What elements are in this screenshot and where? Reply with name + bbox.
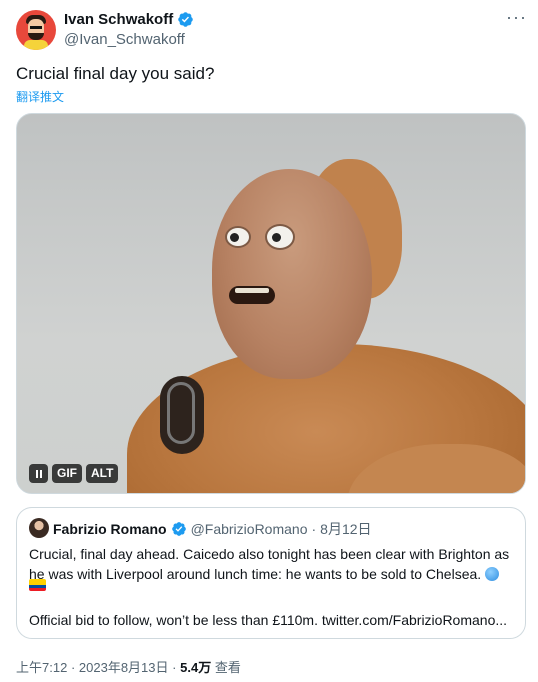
avatar-glasses: [30, 26, 42, 30]
puppet-head: [212, 169, 372, 379]
author-avatar[interactable]: [16, 10, 56, 50]
quoted-tweet-header: Fabrizio Romano @FabrizioRomano · 8月12日: [53, 519, 372, 539]
globe-emoji-icon: [485, 567, 500, 581]
author-name-line: Ivan Schwakoff: [64, 11, 194, 28]
quoted-tweet[interactable]: Fabrizio Romano @FabrizioRomano · 8月12日 …: [16, 507, 526, 639]
meta-separator: ·: [172, 660, 177, 675]
quoted-author-avatar[interactable]: [29, 518, 49, 538]
tweet-meta: 上午7:12 · 2023年8月13日 · 5.4万 查看: [16, 657, 241, 676]
views-count: 5.4万: [180, 660, 212, 675]
avatar-shirt: [24, 40, 48, 50]
puppet-left-eye: [225, 226, 251, 248]
quoted-text-body: Crucial, final day ahead. Caicedo also t…: [29, 546, 510, 582]
tweet-text: Crucial final day you said?: [16, 64, 215, 83]
more-dots-icon[interactable]: ···: [506, 8, 526, 30]
paperclip-icon: [167, 382, 195, 444]
gif-controls: GIF ALT: [29, 464, 119, 483]
tweet-date[interactable]: 2023年8月13日: [79, 660, 169, 675]
tweet-time[interactable]: 上午7:12: [16, 660, 67, 675]
gif-media[interactable]: GIF ALT: [16, 113, 526, 494]
views-label: 查看: [214, 660, 241, 675]
quoted-separator: ·: [311, 521, 317, 537]
meta-separator: ·: [70, 660, 76, 675]
verified-badge-icon: [171, 522, 186, 536]
pause-icon[interactable]: [29, 464, 48, 483]
quoted-tweet-text-2: Official bid to follow, won’t be less th…: [29, 612, 508, 628]
quoted-author-name[interactable]: Fabrizio Romano: [53, 521, 167, 537]
alt-button[interactable]: ALT: [86, 464, 119, 483]
translate-link[interactable]: 翻译推文: [16, 88, 64, 105]
tweet-header: Ivan Schwakoff @Ivan_Schwakoff ···: [16, 8, 526, 50]
verified-badge-icon: [178, 12, 193, 27]
quoted-author-handle[interactable]: @FabrizioRomano: [191, 521, 308, 537]
avatar-beard: [28, 33, 44, 40]
puppet-right-eye: [265, 224, 295, 250]
puppet-teeth: [235, 288, 269, 293]
gif-label: GIF: [52, 464, 82, 483]
ecuador-flag-icon: [29, 579, 46, 591]
author-display-name[interactable]: Ivan Schwakoff: [64, 11, 173, 28]
quoted-date[interactable]: 8月12日: [320, 519, 371, 539]
quoted-tweet-text: Crucial, final day ahead. Caicedo also t…: [29, 544, 519, 584]
author-handle[interactable]: @Ivan_Schwakoff: [64, 31, 185, 48]
